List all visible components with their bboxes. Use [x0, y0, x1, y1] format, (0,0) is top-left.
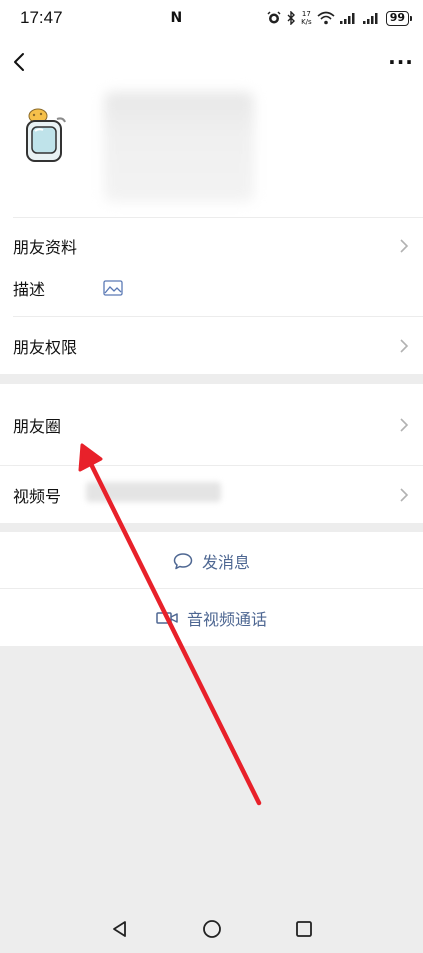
nav-recents-icon[interactable] [294, 919, 314, 939]
nav-back-icon[interactable] [110, 919, 130, 939]
avatar[interactable] [21, 107, 69, 165]
nfc-icon: N [170, 10, 183, 26]
back-arrow-icon[interactable] [10, 50, 30, 74]
video-camera-icon [156, 610, 178, 626]
chevron-right-icon [400, 487, 409, 502]
wifi-icon [317, 11, 335, 25]
chevron-right-icon [400, 338, 409, 353]
send-message-label: 发消息 [201, 552, 250, 572]
video-call-button[interactable]: 音视频通话 [0, 589, 423, 646]
blurred-profile-info [104, 92, 254, 202]
row-moments[interactable]: 朋友圈 [0, 384, 423, 465]
status-bar: 17:47 N 17 K/s 99 [0, 0, 423, 36]
signal-icon-1 [339, 13, 355, 24]
row-friend-permissions[interactable]: 朋友权限 [0, 317, 423, 374]
row-description[interactable]: 描述 [0, 262, 423, 314]
video-call-label: 音视频通话 [186, 609, 267, 629]
status-icons: 17 K/s 99 [267, 10, 413, 26]
send-message-button[interactable]: 发消息 [0, 532, 423, 589]
system-nav-bar [0, 905, 423, 953]
status-time: 17:47 [20, 8, 63, 27]
chevron-right-icon [400, 239, 409, 253]
row-label-description: 描述 [13, 280, 46, 299]
nav-home-icon[interactable] [202, 919, 222, 939]
row-label-friend-permissions: 朋友权限 [13, 337, 78, 357]
row-label-moments: 朋友圈 [13, 416, 62, 436]
more-options-button[interactable]: ··· [386, 50, 416, 74]
image-icon[interactable] [103, 280, 123, 296]
alarm-icon [267, 11, 281, 24]
chevron-right-icon [400, 417, 409, 432]
row-label-channels: 视频号 [13, 486, 62, 506]
signal-icon-2 [362, 13, 378, 24]
battery-indicator: 99 [385, 10, 413, 26]
bluetooth-icon [287, 11, 296, 25]
row-label-friend-profile: 朋友资料 [13, 238, 78, 257]
blurred-channel-name [86, 482, 221, 502]
chat-bubble-icon [173, 552, 193, 570]
network-speed: 17 K/s [301, 10, 312, 26]
